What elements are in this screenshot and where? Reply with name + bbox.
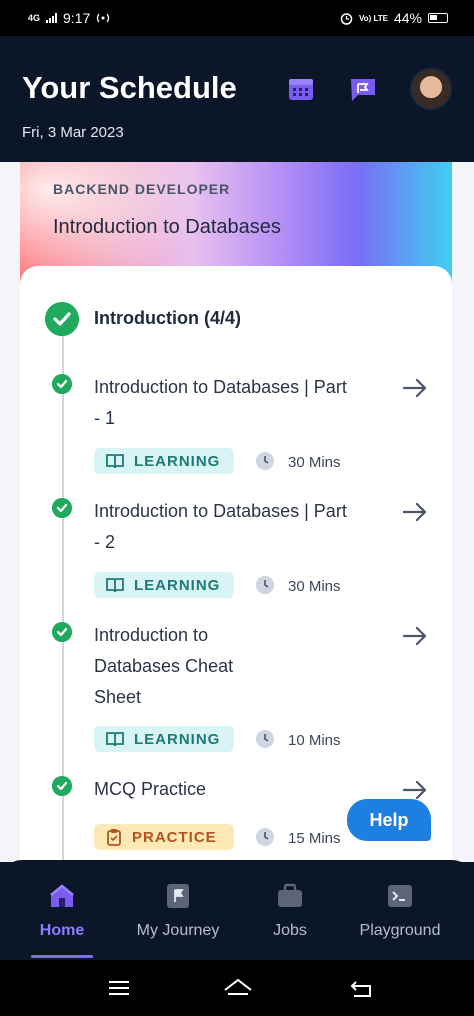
main-content[interactable]: BACKEND DEVELOPER Introduction to Databa… xyxy=(0,162,474,862)
tab-home[interactable]: Home xyxy=(22,860,102,960)
home-icon xyxy=(50,884,74,907)
tab-label: Home xyxy=(39,922,85,939)
clock-icon xyxy=(256,730,274,748)
network-type: 4G xyxy=(28,12,41,23)
learning-tag: LEARNING xyxy=(94,726,234,752)
complete-check-icon xyxy=(52,374,72,394)
battery-percent: 44% xyxy=(393,10,422,26)
bottom-tab-bar: Home My Journey Jobs Playground xyxy=(0,860,474,960)
clock-time: 9:17 xyxy=(63,10,91,26)
menu-icon[interactable] xyxy=(106,976,132,1000)
status-bar: 4G 9:17 Vo) LTE 44% xyxy=(0,0,474,36)
signal-icon xyxy=(46,13,58,23)
clipboard-icon xyxy=(107,829,121,846)
schedule-date: Fri, 3 Mar 2023 xyxy=(22,124,124,141)
section-complete-icon xyxy=(45,302,79,336)
briefcase-icon xyxy=(278,883,302,907)
item-title[interactable]: Introduction to Databases | Part - 1 xyxy=(94,372,354,434)
chat-flag-icon[interactable] xyxy=(348,74,378,104)
home-nav-icon[interactable] xyxy=(222,976,254,1000)
tag-label: LEARNING xyxy=(134,576,221,594)
battery-icon xyxy=(428,13,448,23)
tab-my-journey[interactable]: My Journey xyxy=(128,860,228,960)
avatar[interactable] xyxy=(410,68,452,110)
tag-label: LEARNING xyxy=(134,730,221,748)
complete-check-icon xyxy=(52,776,72,796)
item-title[interactable]: Introduction to Databases | Part - 2 xyxy=(94,496,354,558)
arrow-right-icon[interactable] xyxy=(400,500,430,524)
back-icon[interactable] xyxy=(348,976,374,1000)
book-icon xyxy=(106,732,124,747)
practice-tag: PRACTICE xyxy=(94,824,234,850)
clock-icon xyxy=(256,452,274,470)
learning-tag: LEARNING xyxy=(94,448,234,474)
item-title[interactable]: MCQ Practice xyxy=(94,774,354,805)
complete-check-icon xyxy=(52,498,72,518)
tab-jobs[interactable]: Jobs xyxy=(250,860,330,960)
course-title: Introduction to Databases xyxy=(53,216,281,238)
tag-label: PRACTICE xyxy=(132,828,217,846)
tab-label: Jobs xyxy=(273,922,307,939)
active-tab-indicator xyxy=(31,955,93,958)
journey-icon xyxy=(167,884,189,908)
tab-label: Playground xyxy=(359,922,441,939)
item-title[interactable]: Introduction to Databases Cheat Sheet xyxy=(94,620,274,713)
module-card: Introduction (4/4) Introduction to Datab… xyxy=(20,266,452,862)
track-label: BACKEND DEVELOPER xyxy=(53,181,231,197)
book-icon xyxy=(106,578,124,593)
page-title: Your Schedule xyxy=(22,70,237,105)
complete-check-icon xyxy=(52,622,72,642)
clock-icon xyxy=(256,828,274,846)
duration: 30 Mins xyxy=(288,454,341,471)
tag-label: LEARNING xyxy=(134,452,221,470)
arrow-right-icon[interactable] xyxy=(400,376,430,400)
section-title[interactable]: Introduction (4/4) xyxy=(94,308,241,329)
hotspot-icon xyxy=(97,13,110,23)
alarm-icon xyxy=(340,12,353,25)
clock-icon xyxy=(256,576,274,594)
duration: 15 Mins xyxy=(288,830,341,847)
tab-playground[interactable]: Playground xyxy=(350,860,450,960)
app-header: Your Schedule Fri, 3 Mar 2023 xyxy=(0,36,474,166)
volte-indicator: Vo) LTE xyxy=(358,13,388,23)
arrow-right-icon[interactable] xyxy=(400,624,430,648)
book-icon xyxy=(106,454,124,469)
duration: 30 Mins xyxy=(288,578,341,595)
terminal-icon xyxy=(388,885,412,907)
tab-label: My Journey xyxy=(136,922,220,939)
learning-tag: LEARNING xyxy=(94,572,234,598)
system-nav-bar xyxy=(0,960,474,1016)
help-button[interactable]: Help xyxy=(347,799,431,841)
calendar-icon[interactable] xyxy=(286,74,316,104)
duration: 10 Mins xyxy=(288,732,341,749)
